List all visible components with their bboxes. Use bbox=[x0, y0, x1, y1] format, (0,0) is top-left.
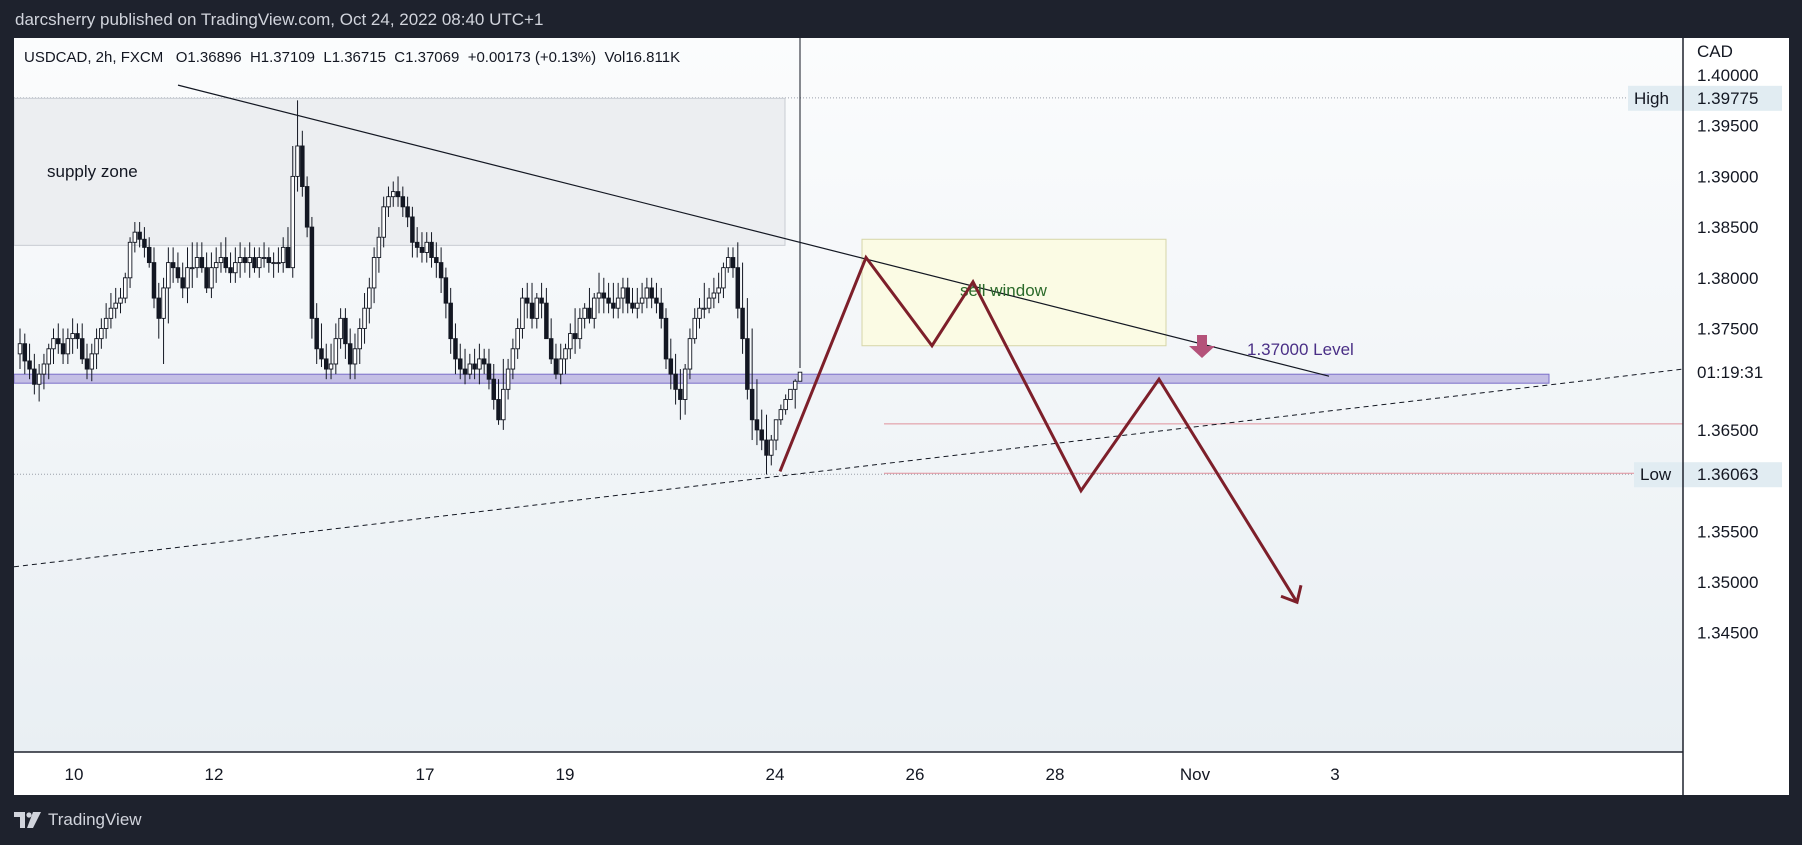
currency-label: CAD bbox=[1697, 42, 1733, 61]
price-tick-label: 1.39000 bbox=[1697, 167, 1758, 186]
time-axis-background bbox=[14, 752, 1683, 795]
legend-open: O1.36896 bbox=[175, 49, 242, 66]
legend-symbol: USDCAD, 2h, FXCM bbox=[24, 49, 164, 66]
tradingview-logo-icon bbox=[14, 812, 41, 828]
low-badge-label: Low bbox=[1640, 465, 1672, 484]
price-tick-label: 1.36500 bbox=[1697, 421, 1758, 440]
price-tick-label: 1.37500 bbox=[1697, 320, 1758, 339]
footer-brand[interactable]: TradingView bbox=[14, 806, 142, 834]
high-badge-label: High bbox=[1634, 89, 1669, 108]
candle[interactable] bbox=[788, 388, 793, 400]
key-level-band[interactable] bbox=[14, 373, 1550, 384]
price-tick-label: 1.40000 bbox=[1697, 66, 1758, 85]
low-badge-value: 1.36063 bbox=[1697, 465, 1758, 484]
time-tick-label: 3 bbox=[1330, 765, 1339, 784]
time-tick-label: 24 bbox=[766, 765, 785, 784]
time-tick-label: 28 bbox=[1046, 765, 1065, 784]
time-tick-label: 19 bbox=[556, 765, 575, 784]
price-tick-label: 1.39500 bbox=[1697, 117, 1758, 136]
price-tick-label: 1.38000 bbox=[1697, 269, 1758, 288]
footer-brand-label: TradingView bbox=[48, 810, 142, 829]
legend-volume: Vol16.811K bbox=[604, 49, 681, 66]
countdown-label: 01:19:31 bbox=[1697, 363, 1763, 382]
supply-zone-label: supply zone bbox=[47, 162, 138, 181]
price-tick-label: 1.38500 bbox=[1697, 218, 1758, 237]
price-tick-label: 1.35500 bbox=[1697, 522, 1758, 541]
high-badge-value: 1.39775 bbox=[1697, 89, 1758, 108]
legend-high: H1.37109 bbox=[249, 49, 316, 66]
publish-header: darcsherry published on TradingView.com,… bbox=[0, 0, 1802, 38]
chart-frame[interactable]: supply zone sell window 1.37000 Level CAD… bbox=[14, 38, 1789, 795]
time-tick-label: 17 bbox=[416, 765, 435, 784]
time-tick-label: Nov bbox=[1180, 765, 1211, 784]
legend-low: L1.36715 bbox=[323, 49, 386, 66]
publish-line: darcsherry published on TradingView.com,… bbox=[15, 10, 544, 29]
time-tick-label: 12 bbox=[205, 765, 224, 784]
legend-change: +0.00173 (+0.13%) bbox=[467, 49, 597, 66]
price-axis-background bbox=[1683, 38, 1789, 795]
candlestick-chart[interactable]: supply zone sell window1.37000 Level CAD… bbox=[14, 38, 1789, 795]
time-tick-label: 26 bbox=[906, 765, 925, 784]
price-tick-label: 1.34500 bbox=[1697, 624, 1758, 643]
ohlc-legend: USDCAD, 2h, FXCM O1.36896 H1.37109 L1.36… bbox=[24, 49, 680, 66]
time-tick-label: 10 bbox=[65, 765, 84, 784]
key-level-label: 1.37000 Level bbox=[1247, 340, 1354, 359]
legend-close: C1.37069 bbox=[394, 49, 460, 66]
price-tick-label: 1.35000 bbox=[1697, 573, 1758, 592]
